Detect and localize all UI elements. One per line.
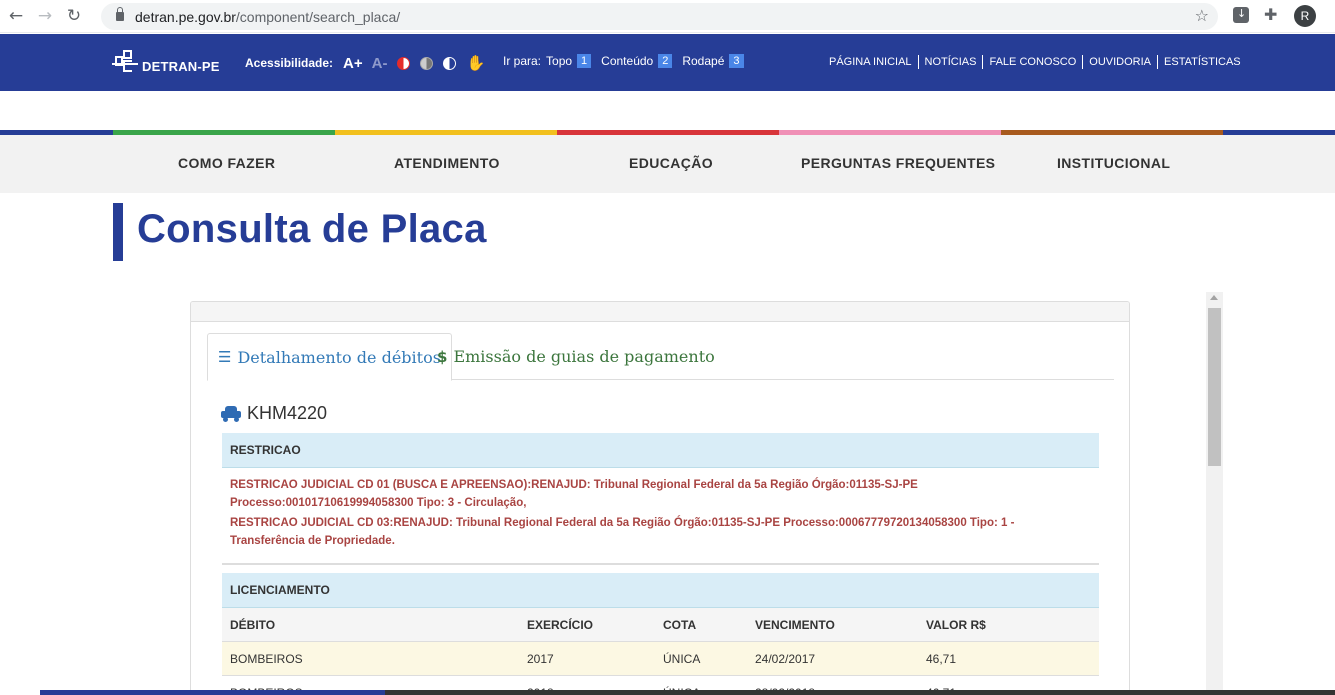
page-title: Consulta de Placa (137, 207, 487, 251)
plate-number: KHM4220 (247, 403, 328, 423)
menu-item-atendimento[interactable]: ATENDIMENTO (394, 155, 500, 171)
goto-conteudo-key[interactable]: 2 (658, 54, 673, 68)
scroll-up-icon[interactable] (1210, 295, 1218, 300)
goto-rodape-key[interactable]: 3 (729, 54, 744, 68)
main-menu: COMO FAZER ATENDIMENTO EDUCAÇÃO PERGUNTA… (0, 135, 1335, 193)
url-text[interactable]: detran.pe.gov.br/component/search_placa/ (135, 9, 400, 25)
tab-detalhamento-debitos[interactable]: ☰ Detalhamento de débitos (207, 333, 452, 381)
link-noticias[interactable]: NOTÍCIAS (917, 55, 983, 69)
cell-exercicio: 2017 (527, 652, 554, 666)
table-row: BOMBEIROS 2017 ÚNICA 24/02/2017 46,71 (222, 642, 1099, 676)
col-valor: VALOR R$ (926, 618, 986, 632)
vehicle-plate: KHM4220 (221, 403, 327, 424)
link-pagina-inicial[interactable]: PÁGINA INICIAL (829, 55, 918, 69)
table-header: DÉBITO EXERCÍCIO COTA VENCIMENTO VALOR R… (222, 608, 1099, 642)
panel-scrollbar[interactable] (1206, 292, 1223, 695)
top-links: PÁGINA INICIAL NOTÍCIAS FALE CONOSCO OUV… (829, 55, 1247, 69)
menu-item-institucional[interactable]: INSTITUCIONAL (1057, 155, 1170, 171)
menu-item-como-fazer[interactable]: COMO FAZER (178, 155, 275, 171)
site-header: DETRAN-PE Acessibilidade: A+ A- ✋ Ir par… (0, 34, 1335, 91)
restricao-list: RESTRICAO JUDICIAL CD 01 (BUSCA E APREEN… (222, 469, 1099, 565)
scrollbar-thumb[interactable] (1208, 308, 1221, 466)
cell-vencimento: 24/02/2017 (755, 652, 816, 666)
cell-debito: BOMBEIROS (230, 652, 303, 666)
col-exercicio: EXERCÍCIO (527, 618, 594, 632)
goto-topo-link[interactable]: Topo (546, 54, 572, 68)
restricao-item: RESTRICAO JUDICIAL CD 01 (BUSCA E APREEN… (230, 479, 918, 509)
lock-icon[interactable] (116, 7, 124, 21)
goto-rodape-link[interactable]: Rodapé (682, 54, 724, 68)
menu-item-educacao[interactable]: EDUCAÇÃO (629, 155, 713, 171)
sign-language-icon[interactable]: ✋ (466, 54, 485, 72)
back-icon[interactable]: ← (3, 3, 29, 29)
detran-logo[interactable]: DETRAN-PE (112, 48, 220, 74)
col-vencimento: VENCIMENTO (755, 618, 835, 632)
cell-valor: 46,71 (926, 652, 957, 666)
logo-text: DETRAN-PE (142, 59, 220, 74)
restricao-heading: RESTRICAO (222, 433, 1099, 468)
car-icon (221, 405, 241, 422)
menu-item-perguntas-frequentes[interactable]: PERGUNTAS FREQUENTES (801, 155, 995, 171)
goto-label: Ir para: (503, 54, 542, 68)
col-cota: COTA (663, 618, 697, 632)
puzzle-icon[interactable]: ✚ (1264, 5, 1280, 24)
col-debito: DÉBITO (230, 618, 276, 632)
download-extension-icon[interactable] (1233, 7, 1249, 23)
title-accent-bar (113, 203, 123, 261)
list-icon: ☰ (218, 348, 232, 366)
address-bar[interactable]: detran.pe.gov.br/component/search_placa/… (101, 3, 1218, 30)
browser-toolbar: ← → ↻ detran.pe.gov.br/component/search_… (0, 0, 1335, 33)
link-fale-conosco[interactable]: FALE CONOSCO (982, 55, 1082, 69)
licenciamento-heading: LICENCIAMENTO (222, 573, 1099, 608)
high-contrast-icon[interactable] (443, 56, 457, 70)
panel-header (191, 302, 1129, 322)
accessibility-bar: Acessibilidade: A+ A- ✋ (245, 54, 485, 73)
logo-mark-icon (112, 48, 140, 74)
link-ouvidoria[interactable]: OUVIDORIA (1082, 55, 1157, 69)
font-decrease-button[interactable]: A- (372, 55, 388, 72)
reload-icon[interactable]: ↻ (61, 3, 87, 29)
star-icon[interactable]: ☆ (1195, 6, 1209, 25)
link-estatisticas[interactable]: ESTATÍSTICAS (1157, 55, 1247, 69)
tab-emissao-guias[interactable]: $ Emissão de guias de pagamento (427, 333, 725, 380)
tab-label: Detalhamento de débitos (237, 347, 441, 367)
font-increase-button[interactable]: A+ (343, 55, 363, 72)
accessibility-label: Acessibilidade: (245, 56, 334, 70)
goto-conteudo-link[interactable]: Conteúdo (601, 54, 653, 68)
forward-icon[interactable]: → (32, 3, 58, 29)
restricao-item: RESTRICAO JUDICIAL CD 03:RENAJUD: Tribun… (230, 517, 1015, 547)
dollar-icon: $ (437, 347, 448, 366)
cell-cota: ÚNICA (663, 652, 701, 666)
avatar[interactable]: R (1294, 5, 1316, 27)
tab-bar: ☰ Detalhamento de débitos $ Emissão de g… (207, 333, 1114, 381)
contrast-gray-icon[interactable] (420, 56, 434, 70)
skip-links: Ir para: Topo 1 Conteúdo 2 Rodapé 3 (503, 54, 754, 68)
goto-topo-key[interactable]: 1 (577, 54, 592, 68)
results-panel: ☰ Detalhamento de débitos $ Emissão de g… (190, 301, 1130, 695)
contrast-red-icon[interactable] (397, 56, 411, 70)
tab-label: Emissão de guias de pagamento (453, 347, 715, 366)
bottom-strip (0, 690, 1335, 695)
